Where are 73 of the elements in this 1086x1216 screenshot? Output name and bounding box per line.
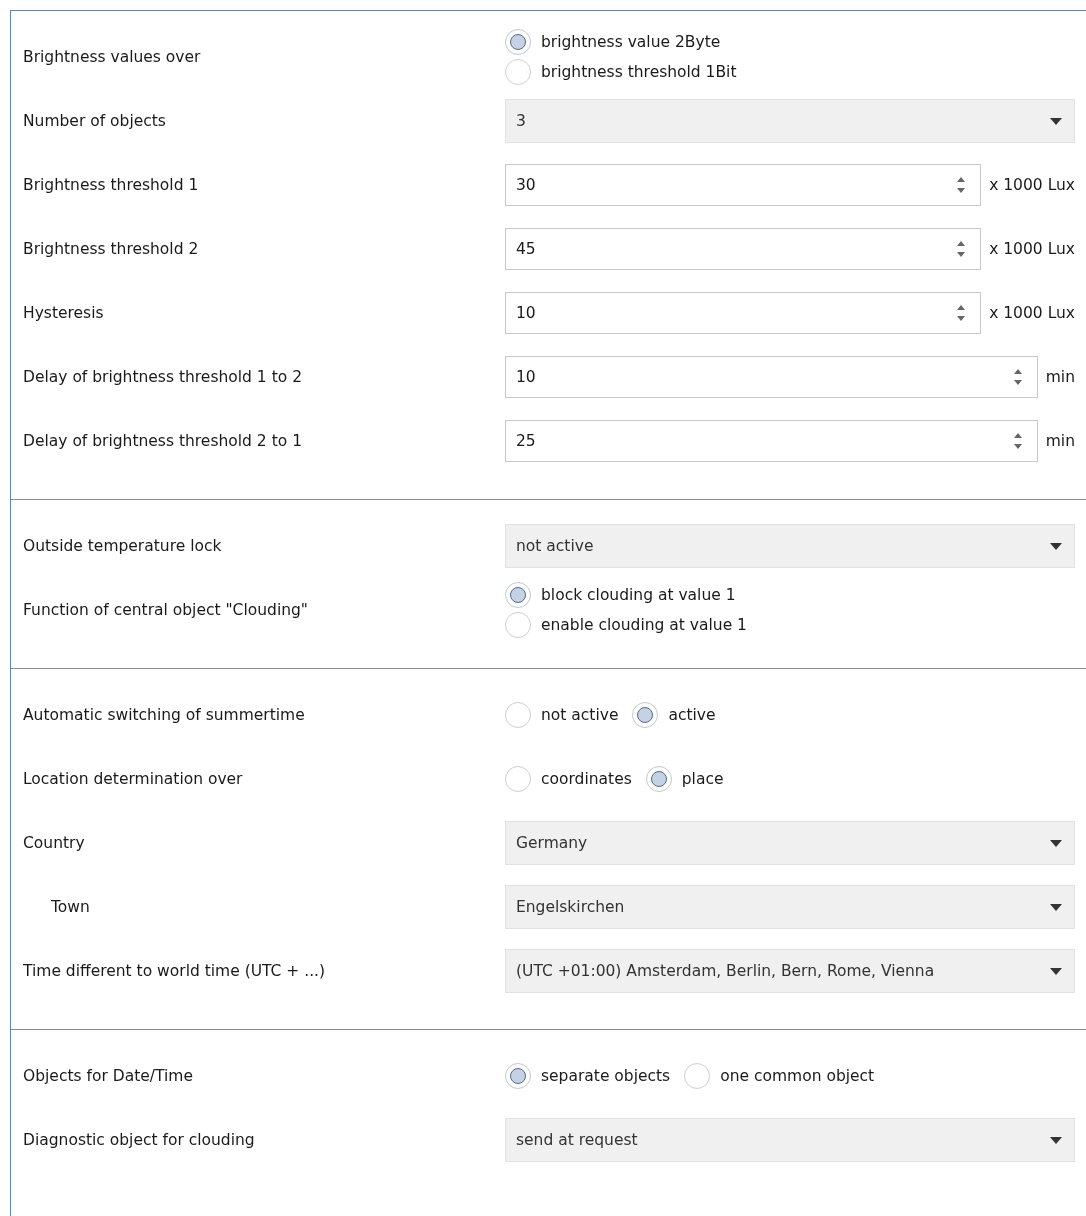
- radio-button[interactable]: [505, 612, 531, 638]
- radio-option[interactable]: coordinates: [505, 766, 632, 792]
- caret-icon: [1050, 903, 1062, 911]
- dropdown[interactable]: Germany: [505, 821, 1075, 865]
- radio-button[interactable]: [505, 1063, 531, 1089]
- setting-label: Number of objects: [22, 112, 167, 130]
- option-label: brightness threshold 1Bit: [541, 63, 737, 81]
- radio-button[interactable]: [505, 29, 531, 55]
- option-label: not active: [541, 706, 619, 724]
- number-field[interactable]: 10: [505, 292, 982, 334]
- dropdown[interactable]: 3: [505, 99, 1075, 143]
- setting-label: Outside temperature lock: [22, 537, 223, 555]
- caret-icon: [1050, 1136, 1062, 1144]
- setting-label: Location determination over: [22, 770, 244, 788]
- setting-label: Town: [50, 898, 91, 916]
- radio-button[interactable]: [505, 766, 531, 792]
- dropdown[interactable]: send at request: [505, 1118, 1075, 1162]
- setting-label: Delay of brightness threshold 2 to 1: [22, 432, 303, 450]
- option-label: place: [681, 770, 724, 788]
- unit-label: min: [1045, 432, 1075, 450]
- option-label: active: [668, 706, 716, 724]
- spinner-arrows-icon[interactable]: [956, 304, 967, 322]
- setting-label: Brightness values over: [22, 48, 202, 66]
- option-label: separate objects: [541, 1067, 671, 1085]
- spinner-arrows-icon[interactable]: [1012, 432, 1023, 450]
- setting-label: Time different to world time (UTC + ...): [22, 962, 327, 980]
- option-label: coordinates: [541, 770, 632, 788]
- radio-button[interactable]: [645, 766, 672, 792]
- setting-label: Country: [22, 834, 86, 852]
- option-label: one common object: [720, 1067, 875, 1085]
- radio-option[interactable]: one common object: [684, 1063, 875, 1089]
- unit-label: x 1000 Lux: [989, 240, 1075, 258]
- radio-button[interactable]: [505, 582, 531, 608]
- option-label: brightness value 2Byte: [541, 33, 721, 51]
- caret-icon: [1050, 117, 1062, 125]
- radio-button[interactable]: [684, 1063, 711, 1089]
- unit-label: x 1000 Lux: [989, 176, 1075, 194]
- setting-label: Diagnostic object for clouding: [22, 1131, 256, 1149]
- number-field[interactable]: 25: [505, 420, 1038, 462]
- option-label: block clouding at value 1: [541, 586, 736, 604]
- radio-button[interactable]: [505, 59, 531, 85]
- radio-button[interactable]: [505, 702, 531, 728]
- setting-label: Automatic switching of summertime: [22, 706, 306, 724]
- radio-option[interactable]: place: [645, 766, 724, 792]
- unit-label: min: [1045, 368, 1075, 386]
- radio-option[interactable]: separate objects: [505, 1063, 671, 1089]
- radio-option[interactable]: enable clouding at value 1: [505, 612, 1075, 638]
- spinner-arrows-icon[interactable]: [956, 176, 967, 194]
- spinner-arrows-icon[interactable]: [956, 240, 967, 258]
- number-field[interactable]: 45: [505, 228, 982, 270]
- spinner-arrows-icon[interactable]: [1012, 368, 1023, 386]
- number-field[interactable]: 10: [505, 356, 1038, 398]
- option-label: enable clouding at value 1: [541, 616, 747, 634]
- dropdown[interactable]: not active: [505, 524, 1075, 568]
- caret-icon: [1050, 967, 1062, 975]
- caret-icon: [1050, 542, 1062, 550]
- dropdown[interactable]: Engelskirchen: [505, 885, 1075, 929]
- dropdown[interactable]: (UTC +01:00) Amsterdam, Berlin, Bern, Rome, Vienna: [505, 949, 1075, 993]
- caret-icon: [1050, 839, 1062, 847]
- setting-label: Brightness threshold 2: [22, 240, 200, 258]
- setting-label: Delay of brightness threshold 1 to 2: [22, 368, 303, 386]
- setting-label: Objects for Date/Time: [22, 1067, 194, 1085]
- setting-label: Function of central object "Clouding": [22, 601, 309, 619]
- radio-option[interactable]: brightness value 2Byte: [505, 29, 1075, 55]
- radio-option[interactable]: brightness threshold 1Bit: [505, 59, 1075, 85]
- setting-label: Hysteresis: [22, 304, 105, 322]
- radio-option[interactable]: active: [632, 702, 716, 728]
- radio-button[interactable]: [632, 702, 659, 728]
- setting-label: Brightness threshold 1: [22, 176, 200, 194]
- unit-label: x 1000 Lux: [989, 304, 1075, 322]
- number-field[interactable]: 30: [505, 164, 982, 206]
- radio-option[interactable]: block clouding at value 1: [505, 582, 1075, 608]
- radio-option[interactable]: not active: [505, 702, 619, 728]
